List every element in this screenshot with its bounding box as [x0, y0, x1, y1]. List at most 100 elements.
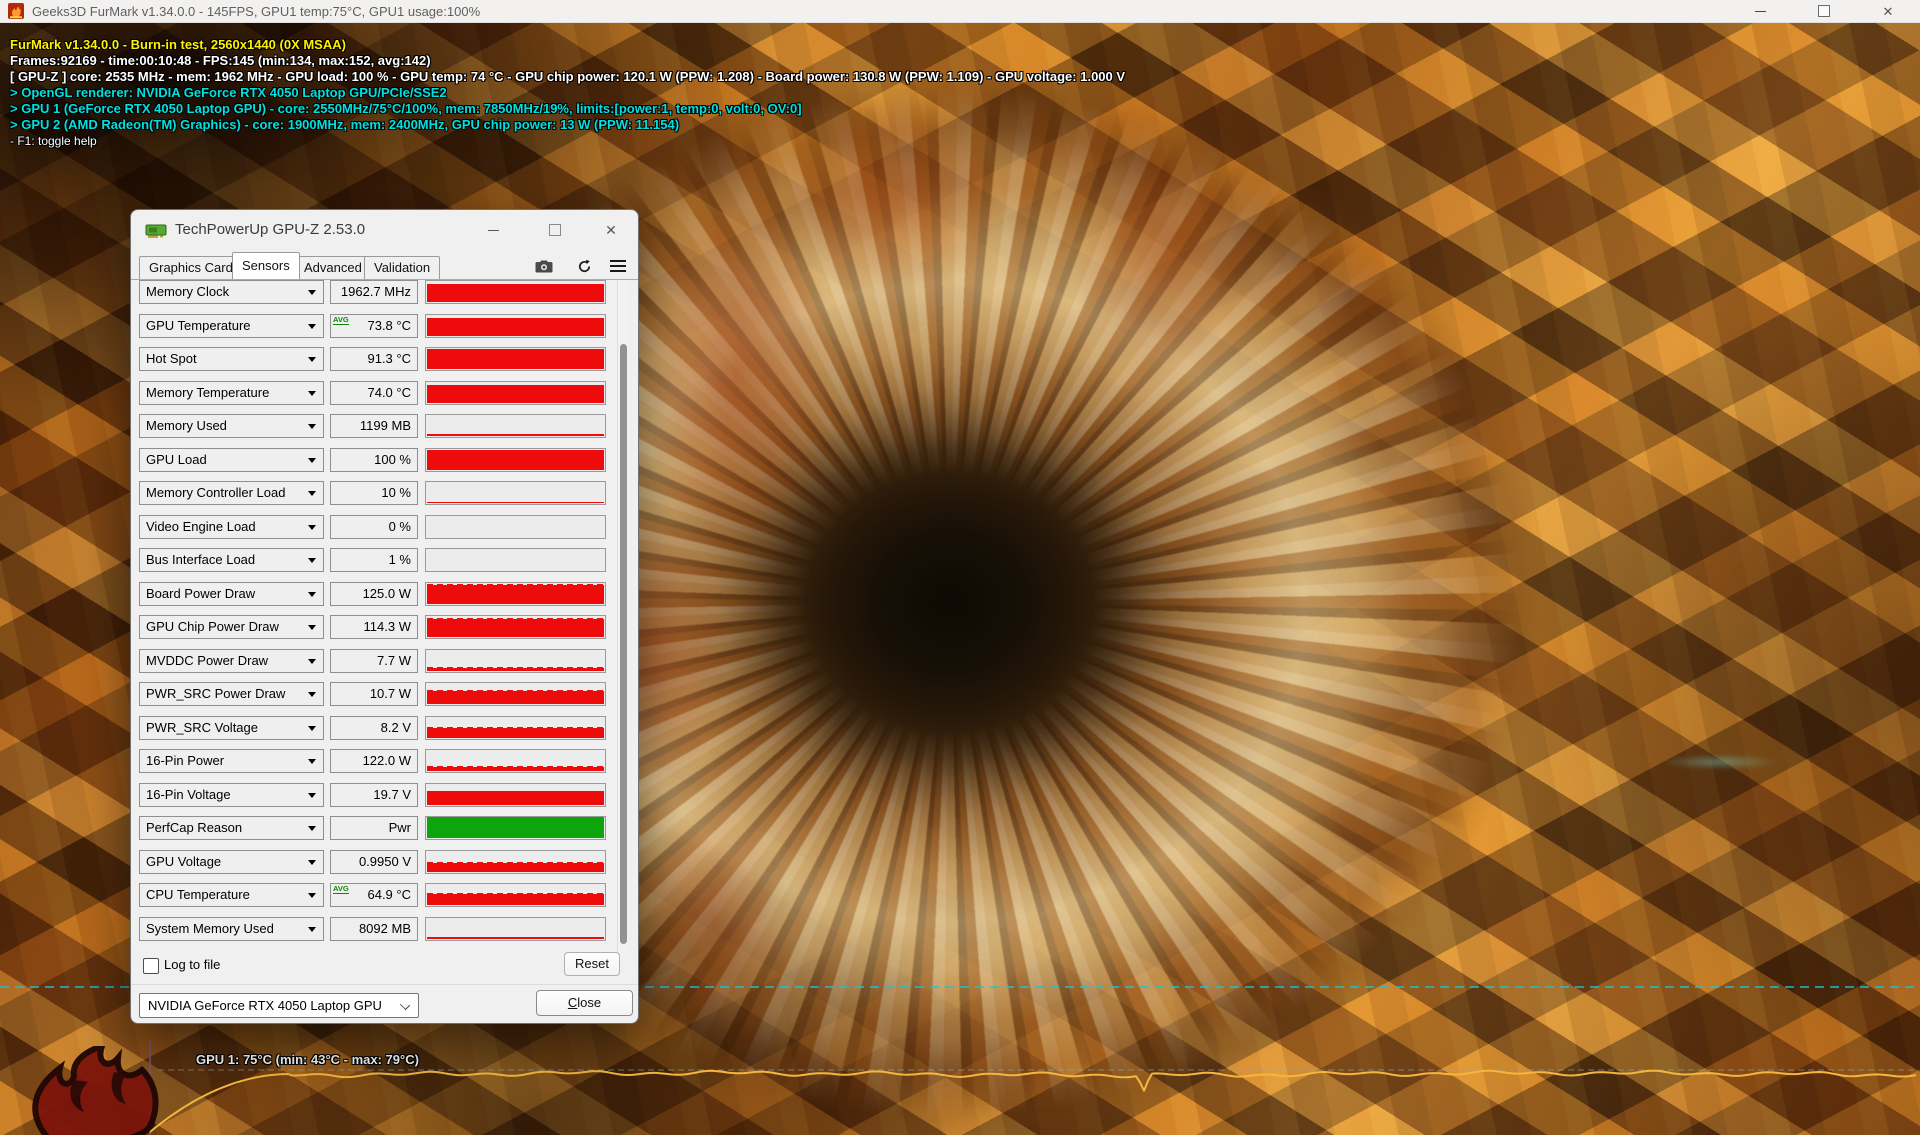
- avg-badge: AVG: [333, 885, 349, 894]
- sensor-label: MVDDC Power Draw: [146, 650, 268, 672]
- sensor-value: 10.7 W: [370, 683, 411, 705]
- sensor-row: Memory Controller Load10 %: [131, 481, 611, 505]
- sensor-scrollbar[interactable]: [617, 280, 628, 952]
- sensor-value: 8092 MB: [359, 918, 411, 940]
- gpuz-app-icon: [145, 223, 167, 244]
- gpuz-maximize-button[interactable]: [533, 210, 577, 250]
- sensor-value-box: 8092 MB: [330, 917, 418, 941]
- sensor-value-box: 10.7 W: [330, 682, 418, 706]
- sensor-row: GPU Load100 %: [131, 448, 611, 472]
- sensor-row: MVDDC Power Draw 7.7 W: [131, 649, 611, 673]
- sensor-value: 125.0 W: [363, 583, 411, 605]
- sensor-select[interactable]: 16-Pin Voltage: [139, 783, 324, 807]
- sensor-history-bar: [425, 414, 606, 438]
- sensor-history-bar: [425, 515, 606, 539]
- device-selector-value: NVIDIA GeForce RTX 4050 Laptop GPU: [148, 998, 382, 1013]
- sensor-select[interactable]: Board Power Draw: [139, 582, 324, 606]
- dropdown-caret-icon: [308, 357, 316, 362]
- sensor-value-box: 1 %: [330, 548, 418, 572]
- dropdown-caret-icon: [308, 759, 316, 764]
- sensor-history-bar: [425, 883, 606, 907]
- sensor-value-box: 1199 MB: [330, 414, 418, 438]
- sensor-select[interactable]: Memory Controller Load: [139, 481, 324, 505]
- sensor-select[interactable]: GPU Temperature: [139, 314, 324, 338]
- sensor-row: GPU TemperatureAVG73.8 °C: [131, 314, 611, 338]
- sensor-list: Memory Clock1962.7 MHzGPU TemperatureAVG…: [131, 280, 611, 956]
- cyan-smear: [1640, 752, 1800, 772]
- sensor-value-box: Pwr: [330, 816, 418, 840]
- sensor-value: 91.3 °C: [367, 348, 411, 370]
- sensor-value-box: 91.3 °C: [330, 347, 418, 371]
- dropdown-caret-icon: [308, 826, 316, 831]
- sensor-select[interactable]: 16-Pin Power: [139, 749, 324, 773]
- dropdown-caret-icon: [308, 659, 316, 664]
- sensor-row: Video Engine Load0 %: [131, 515, 611, 539]
- sensor-history-bar: [425, 682, 606, 706]
- refresh-icon[interactable]: [573, 256, 595, 276]
- sensor-value-box: 0.9950 V: [330, 850, 418, 874]
- gpuz-close-dialog-button[interactable]: Close: [536, 990, 633, 1016]
- sensor-select[interactable]: Memory Clock: [139, 280, 324, 304]
- furmark-app-icon: [8, 3, 24, 19]
- sensor-row: PWR_SRC Voltage8.2 V: [131, 716, 611, 740]
- sensor-row: GPU Chip Power Draw114.3 W: [131, 615, 611, 639]
- tab-sensors[interactable]: Sensors: [232, 252, 300, 279]
- sensor-history-bar: [425, 481, 606, 505]
- sensor-select[interactable]: GPU Voltage: [139, 850, 324, 874]
- tab-advanced[interactable]: Advanced: [294, 256, 372, 279]
- close-label: Close: [568, 991, 601, 1015]
- gpuz-titlebar: TechPowerUp GPU-Z 2.53.0 ✕: [131, 210, 638, 252]
- sensor-label: Memory Used: [146, 415, 227, 437]
- sensor-select[interactable]: System Memory Used: [139, 917, 324, 941]
- sensor-history-bar: [425, 716, 606, 740]
- sensor-label: 16-Pin Voltage: [146, 784, 231, 806]
- bottom-separator: [131, 984, 638, 985]
- close-button[interactable]: ✕: [1856, 0, 1920, 22]
- sensor-label: GPU Voltage: [146, 851, 221, 873]
- sensor-select[interactable]: PWR_SRC Voltage: [139, 716, 324, 740]
- sensor-select[interactable]: Bus Interface Load: [139, 548, 324, 572]
- minimize-button[interactable]: [1728, 0, 1792, 22]
- sensor-select[interactable]: GPU Chip Power Draw: [139, 615, 324, 639]
- sensor-select[interactable]: CPU Temperature: [139, 883, 324, 907]
- sensor-label: GPU Chip Power Draw: [146, 616, 279, 638]
- sensor-label: CPU Temperature: [146, 884, 250, 906]
- reset-button[interactable]: Reset: [564, 952, 620, 976]
- sensor-value-box: AVG73.8 °C: [330, 314, 418, 338]
- sensor-select[interactable]: GPU Load: [139, 448, 324, 472]
- sensor-select[interactable]: Memory Temperature: [139, 381, 324, 405]
- sensor-select[interactable]: PerfCap Reason: [139, 816, 324, 840]
- gpuz-minimize-button[interactable]: [471, 210, 515, 250]
- sensor-value-box: 8.2 V: [330, 716, 418, 740]
- sensor-value: 1199 MB: [360, 415, 411, 437]
- sensor-label: Memory Controller Load: [146, 482, 285, 504]
- sensor-select[interactable]: MVDDC Power Draw: [139, 649, 324, 673]
- furmark-titlebar: Geeks3D FurMark v1.34.0.0 - 145FPS, GPU1…: [0, 0, 1920, 23]
- hamburger-menu-icon[interactable]: [607, 256, 629, 276]
- sensor-label: PWR_SRC Power Draw: [146, 683, 285, 705]
- sensor-history-bar: [425, 850, 606, 874]
- sensor-select[interactable]: PWR_SRC Power Draw: [139, 682, 324, 706]
- sensor-value: 1 %: [389, 549, 411, 571]
- tab-validation[interactable]: Validation: [364, 256, 440, 279]
- device-selector-dropdown[interactable]: NVIDIA GeForce RTX 4050 Laptop GPU: [139, 993, 419, 1018]
- maximize-button[interactable]: [1792, 0, 1856, 22]
- tab-graphics-card[interactable]: Graphics Card: [139, 256, 243, 279]
- sensor-value: 1962.7 MHz: [341, 281, 411, 303]
- osd-line-gpu2: > GPU 2 (AMD Radeon(TM) Graphics) - core…: [10, 117, 1125, 133]
- sensor-select[interactable]: Video Engine Load: [139, 515, 324, 539]
- log-to-file-checkbox[interactable]: [143, 958, 159, 974]
- sensor-value-box: 7.7 W: [330, 649, 418, 673]
- dropdown-caret-icon: [308, 324, 316, 329]
- dropdown-caret-icon: [308, 558, 316, 563]
- screenshot-camera-icon[interactable]: [533, 256, 555, 276]
- sensor-select[interactable]: Hot Spot: [139, 347, 324, 371]
- sensor-value-box: 74.0 °C: [330, 381, 418, 405]
- sensor-history-bar: [425, 381, 606, 405]
- sensor-label: PerfCap Reason: [146, 817, 242, 839]
- sensor-value-box: 19.7 V: [330, 783, 418, 807]
- gpuz-close-button[interactable]: ✕: [589, 210, 633, 250]
- sensor-select[interactable]: Memory Used: [139, 414, 324, 438]
- sensor-row: Memory Used 1199 MB: [131, 414, 611, 438]
- scrollbar-thumb[interactable]: [620, 344, 627, 944]
